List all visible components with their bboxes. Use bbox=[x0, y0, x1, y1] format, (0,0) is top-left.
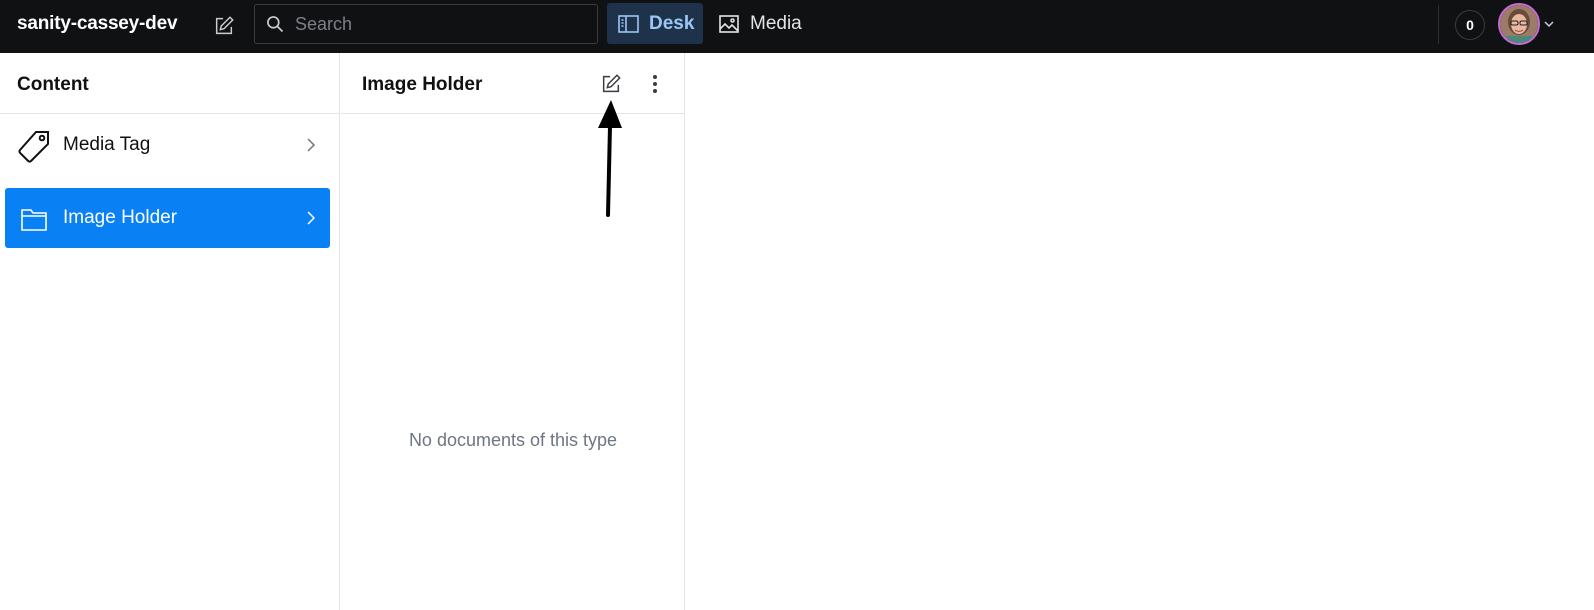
list-item-media-tag[interactable]: Media Tag bbox=[5, 115, 330, 175]
ellipsis-vertical-icon bbox=[653, 75, 657, 93]
compose-icon bbox=[602, 74, 621, 93]
search-icon bbox=[255, 14, 295, 34]
chevron-down-icon[interactable] bbox=[1543, 17, 1555, 35]
create-document-button[interactable] bbox=[597, 70, 625, 98]
pane-title: Image Holder bbox=[362, 74, 483, 95]
tab-media-label: Media bbox=[750, 12, 802, 34]
new-document-button[interactable] bbox=[207, 9, 241, 43]
topbar-divider bbox=[1438, 5, 1439, 44]
list-item-image-holder[interactable]: Image Holder bbox=[5, 188, 330, 248]
project-name[interactable]: sanity-cassey-dev bbox=[17, 13, 178, 35]
pane-menu-button[interactable] bbox=[641, 70, 669, 98]
desk-icon bbox=[618, 13, 640, 35]
list-item-label: Media Tag bbox=[63, 134, 151, 155]
tag-icon bbox=[16, 129, 52, 165]
tab-desk-label: Desk bbox=[649, 12, 695, 34]
tab-desk[interactable]: Desk bbox=[607, 3, 703, 44]
compose-icon bbox=[215, 16, 234, 35]
user-avatar[interactable] bbox=[1498, 3, 1540, 45]
search-input[interactable] bbox=[295, 13, 585, 35]
content-pane-header: Content bbox=[0, 53, 339, 114]
search-box[interactable] bbox=[254, 4, 598, 44]
document-list-pane: Image Holder No documents of this type bbox=[341, 53, 685, 610]
document-pane-header: Image Holder bbox=[341, 53, 684, 114]
pane-title: Content bbox=[17, 74, 89, 95]
content-pane: Content Media Tag Image Holder bbox=[0, 53, 340, 610]
tab-media[interactable]: Media bbox=[710, 3, 814, 44]
presence-count[interactable]: 0 bbox=[1455, 10, 1485, 40]
empty-state-message: No documents of this type bbox=[408, 430, 618, 450]
annotation-arrow bbox=[598, 100, 622, 217]
top-navbar: sanity-cassey-dev Desk bbox=[0, 0, 1594, 53]
image-icon bbox=[719, 13, 741, 35]
list-item-label: Image Holder bbox=[63, 207, 178, 228]
chevron-right-icon bbox=[306, 210, 316, 231]
chevron-right-icon bbox=[306, 137, 316, 158]
folder-icon bbox=[16, 202, 52, 238]
